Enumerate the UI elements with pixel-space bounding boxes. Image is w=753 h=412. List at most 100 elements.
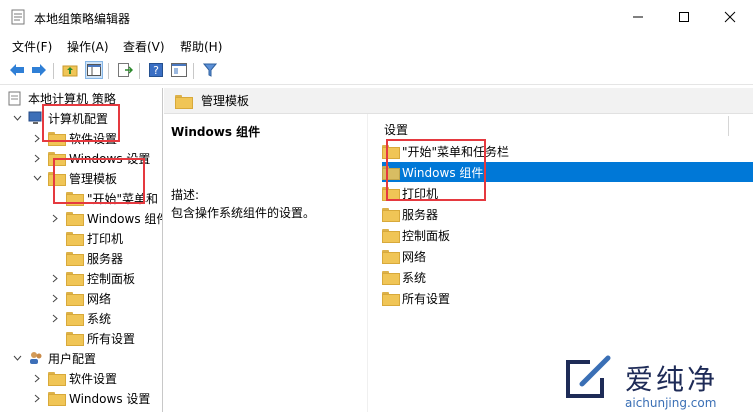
help-icon: ? [149,63,163,77]
folder-icon [382,229,400,243]
tree-printer[interactable]: 打印机 [66,228,123,248]
title-bar: 本地组策略编辑器 [0,0,753,34]
folder-icon [66,292,84,306]
back-button[interactable] [8,61,26,79]
chevron-down-icon[interactable] [32,173,42,183]
column-divider[interactable] [728,116,729,136]
tree-user-config-label: 用户配置 [48,351,97,366]
folder-icon [66,232,84,246]
settings-column-header[interactable]: 设置 [384,121,408,138]
watermark: 爱纯净 aichunjing.com [555,352,753,412]
settings-item-server[interactable]: 服务器 [382,204,438,224]
chevron-right-icon[interactable] [50,273,60,283]
tree-control-panel-label: 控制面板 [87,271,136,286]
watermark-url: aichunjing.com [625,396,717,410]
tree-user-software-settings-label: 软件设置 [69,371,118,386]
settings-item-label: 所有设置 [402,291,451,306]
brand-logo-icon [566,355,611,398]
chevron-down-icon[interactable] [12,113,22,123]
tree-all-settings[interactable]: 所有设置 [66,328,135,348]
description-label: 描述: [171,188,200,202]
up-folder-button[interactable] [61,61,79,79]
close-icon [724,11,736,23]
forward-button[interactable] [30,61,48,79]
tree-system-label: 系统 [87,311,112,326]
help-button[interactable]: ? [147,61,165,79]
tree-user-config[interactable]: 用户配置 [12,348,96,368]
highlight-box-admin-templates [53,158,145,204]
settings-item-label: 控制面板 [402,228,451,243]
chevron-right-icon[interactable] [50,293,60,303]
details-header: 管理模板 [164,88,753,114]
tree-all-settings-label: 所有设置 [87,331,136,346]
settings-item-all-settings[interactable]: 所有设置 [382,288,450,308]
filter-button[interactable] [201,61,219,79]
minimize-button[interactable] [615,0,661,34]
minimize-icon [633,16,643,18]
chevron-right-icon[interactable] [32,133,42,143]
show-tree-button[interactable] [85,61,103,79]
export-icon [118,63,133,77]
folder-icon [66,252,84,266]
menu-file[interactable]: 文件(F) [12,38,52,55]
folder-icon [382,271,400,285]
tree-printer-label: 打印机 [87,231,124,246]
settings-item-label: 网络 [402,249,427,264]
description-title: Windows 组件 [171,125,261,139]
folder-up-icon [62,65,78,77]
export-list-button[interactable] [116,61,134,79]
tree-user-windows-settings[interactable]: Windows 设置 [32,388,150,408]
policy-document-icon [8,91,21,105]
users-icon [30,352,42,364]
maximize-icon [679,12,689,22]
settings-item-system[interactable]: 系统 [382,267,426,287]
filter-icon [203,63,217,77]
toolbar: ? [0,57,753,85]
toolbar-separator [108,63,109,79]
folder-icon [66,212,84,226]
tree-system[interactable]: 系统 [50,308,111,328]
chevron-right-icon[interactable] [50,213,60,223]
maximize-button[interactable] [661,0,707,34]
arrow-right-icon [32,64,46,76]
window-title: 本地组策略编辑器 [34,12,131,26]
properties-button[interactable] [170,61,188,79]
close-button[interactable] [707,0,753,34]
properties-icon [171,63,187,77]
svg-text:?: ? [153,64,159,77]
all-settings-folder-icon [382,292,400,306]
details-header-label: 管理模板 [201,94,250,108]
chevron-right-icon[interactable] [32,373,42,383]
menu-view[interactable]: 查看(V) [123,38,165,55]
policy-editor-icon [11,9,26,25]
folder-icon [382,250,400,264]
tree-server[interactable]: 服务器 [66,248,123,268]
chevron-right-icon[interactable] [50,313,60,323]
highlight-box-computer-config [42,104,120,142]
console-tree-icon [87,64,101,76]
folder-icon [175,94,193,109]
description-panel: Windows 组件 描述: 包含操作系统组件的设置。 [164,114,367,412]
tree-server-label: 服务器 [87,251,124,266]
description-text: 包含操作系统组件的设置。 [171,206,316,220]
toolbar-separator [139,63,140,79]
tree-control-panel[interactable]: 控制面板 [50,268,135,288]
menu-action[interactable]: 操作(A) [67,38,109,55]
highlight-box-settings-items [386,139,486,201]
folder-icon [66,312,84,326]
chevron-down-icon[interactable] [12,353,22,363]
tree-windows-components[interactable]: Windows 组件 [50,208,162,228]
folder-icon [48,392,66,406]
tree-network[interactable]: 网络 [50,288,111,308]
settings-item-control-panel[interactable]: 控制面板 [382,225,450,245]
toolbar-separator [53,63,54,79]
menu-help[interactable]: 帮助(H) [180,38,222,55]
tree-user-software-settings[interactable]: 软件设置 [32,368,117,388]
settings-item-network[interactable]: 网络 [382,246,426,266]
chevron-right-icon[interactable] [32,153,42,163]
folder-icon [48,372,66,386]
menu-bar: 文件(F) 操作(A) 查看(V) 帮助(H) [0,34,753,56]
chevron-right-icon[interactable] [32,393,42,403]
arrow-left-icon [10,64,24,76]
settings-item-label: 服务器 [402,207,439,222]
